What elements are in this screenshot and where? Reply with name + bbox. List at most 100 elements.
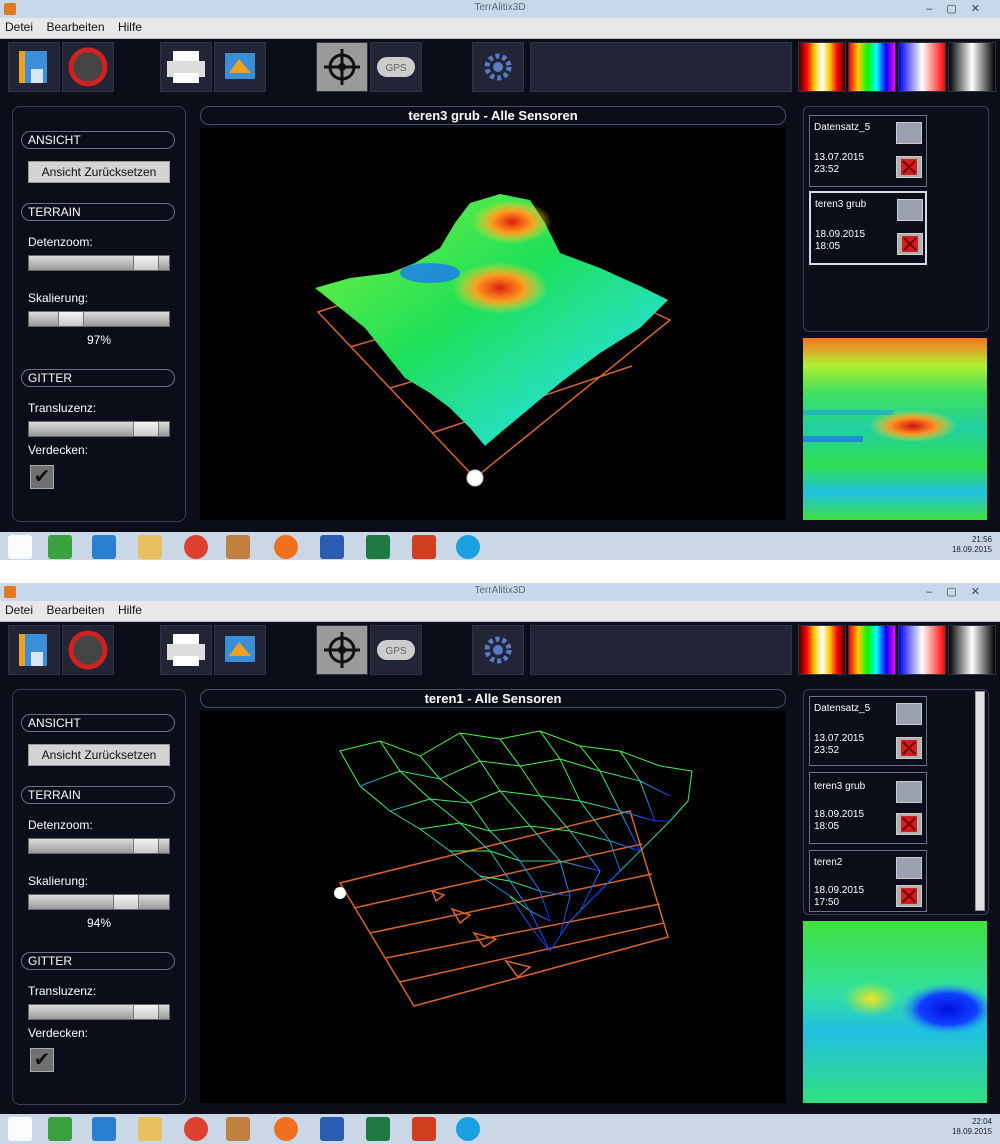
excel-icon[interactable]: [366, 1117, 390, 1141]
dataset-card[interactable]: teren2 18.09.2015 17:50: [809, 850, 927, 912]
transluzenz-slider[interactable]: [28, 421, 170, 437]
file-explorer-icon[interactable]: [138, 535, 162, 559]
app-taskbar-icon[interactable]: [226, 535, 250, 559]
internet-explorer-icon[interactable]: [92, 1117, 116, 1141]
gps-button[interactable]: GPS: [370, 42, 422, 92]
open-file-button[interactable]: [8, 625, 60, 675]
palette-grayscale-icon[interactable]: [948, 625, 996, 675]
slider-thumb[interactable]: [133, 839, 159, 853]
dataset-scrollbar[interactable]: [975, 691, 985, 911]
palette-rainbow-icon[interactable]: [848, 625, 896, 675]
dataset-card[interactable]: Datensatz_5 13.07.2015 23:52: [809, 115, 927, 187]
skalierung-slider[interactable]: [28, 311, 170, 327]
skype-icon[interactable]: [456, 1117, 480, 1141]
transluzenz-label: Transluzenz:: [28, 984, 97, 998]
export-button[interactable]: [214, 42, 266, 92]
dataset-name: teren3 grub: [814, 781, 866, 792]
record-button[interactable]: [62, 625, 114, 675]
store-icon[interactable]: [48, 535, 72, 559]
store-icon[interactable]: [48, 1117, 72, 1141]
palette-hot-icon[interactable]: [798, 42, 846, 92]
dataset-delete-icon[interactable]: [896, 885, 922, 907]
datenzoom-slider[interactable]: [28, 255, 170, 271]
gps-button[interactable]: GPS: [370, 625, 422, 675]
terrain-surface-plot[interactable]: [200, 128, 786, 520]
palette-blue-red-icon[interactable]: [898, 625, 946, 675]
dataset-delete-icon[interactable]: [896, 156, 922, 178]
dataset-open-icon[interactable]: [896, 781, 922, 803]
skalierung-slider[interactable]: [28, 894, 170, 910]
wireframe-mesh-plot[interactable]: [200, 711, 786, 1103]
transluzenz-slider[interactable]: [28, 1004, 170, 1020]
record-button[interactable]: [62, 42, 114, 92]
origin-marker[interactable]: [466, 469, 484, 487]
verdecken-checkbox[interactable]: ✔: [30, 465, 54, 489]
slider-thumb[interactable]: [113, 895, 139, 909]
menu-help[interactable]: Hilfe: [113, 601, 146, 617]
ground-grid: [338, 810, 669, 1007]
menu-edit[interactable]: Bearbeiten: [41, 601, 108, 617]
firefox-icon[interactable]: [274, 1117, 298, 1141]
powerpoint-icon[interactable]: [412, 535, 436, 559]
heatmap-preview[interactable]: [803, 921, 996, 1103]
open-file-button[interactable]: [8, 42, 60, 92]
internet-explorer-icon[interactable]: [92, 535, 116, 559]
dataset-open-icon[interactable]: [896, 857, 922, 879]
print-button[interactable]: [160, 625, 212, 675]
start-icon[interactable]: [8, 1117, 32, 1141]
export-button[interactable]: [214, 625, 266, 675]
datenzoom-slider[interactable]: [28, 838, 170, 854]
dataset-open-icon[interactable]: [897, 199, 923, 221]
start-icon[interactable]: [8, 535, 32, 559]
file-explorer-icon[interactable]: [138, 1117, 162, 1141]
heatmap-preview[interactable]: [803, 338, 987, 520]
palette-hot-icon[interactable]: [798, 625, 846, 675]
dataset-delete-icon[interactable]: [897, 233, 923, 255]
section-gitter: GITTER: [21, 369, 175, 387]
toolbar-spacer: [530, 625, 792, 675]
3d-viewport[interactable]: [200, 711, 786, 1103]
dataset-card-selected[interactable]: teren3 grub 18.09.2015 18:05: [809, 191, 927, 265]
skype-icon[interactable]: [456, 535, 480, 559]
menu-help[interactable]: Hilfe: [113, 18, 146, 34]
print-button[interactable]: [160, 42, 212, 92]
dataset-card[interactable]: Datensatz_5 13.07.2015 23:52: [809, 696, 927, 766]
slider-thumb[interactable]: [58, 312, 84, 326]
crosshair-button[interactable]: [316, 625, 368, 675]
app-taskbar-icon[interactable]: [226, 1117, 250, 1141]
dataset-delete-icon[interactable]: [896, 737, 922, 759]
menu-file[interactable]: Detei: [0, 601, 37, 617]
3d-viewport[interactable]: [200, 128, 786, 520]
excel-icon[interactable]: [366, 535, 390, 559]
hotspot-1: [472, 200, 552, 244]
menu-edit[interactable]: Bearbeiten: [41, 18, 108, 34]
system-clock[interactable]: 21:56 18.09.2015: [952, 535, 992, 555]
chrome-icon[interactable]: [184, 535, 208, 559]
palette-blue-red-icon[interactable]: [898, 42, 946, 92]
settings-button[interactable]: [472, 625, 524, 675]
dataset-open-icon[interactable]: [896, 703, 922, 725]
slider-thumb[interactable]: [133, 1005, 159, 1019]
origin-marker[interactable]: [334, 887, 346, 899]
palette-grayscale-icon[interactable]: [948, 42, 996, 92]
window-controls[interactable]: –▢✕: [926, 585, 994, 598]
dataset-open-icon[interactable]: [896, 122, 922, 144]
reset-view-button[interactable]: Ansicht Zurücksetzen: [28, 161, 170, 183]
word-icon[interactable]: [320, 535, 344, 559]
slider-thumb[interactable]: [133, 256, 159, 270]
firefox-icon[interactable]: [274, 535, 298, 559]
chrome-icon[interactable]: [184, 1117, 208, 1141]
dataset-card[interactable]: teren3 grub 18.09.2015 18:05: [809, 772, 927, 844]
slider-thumb[interactable]: [133, 422, 159, 436]
window-controls[interactable]: –▢✕: [926, 2, 994, 15]
verdecken-checkbox[interactable]: ✔: [30, 1048, 54, 1072]
dataset-delete-icon[interactable]: [896, 813, 922, 835]
menu-file[interactable]: Detei: [0, 18, 37, 34]
powerpoint-icon[interactable]: [412, 1117, 436, 1141]
crosshair-button[interactable]: [316, 42, 368, 92]
palette-rainbow-icon[interactable]: [848, 42, 896, 92]
system-clock[interactable]: 22:04 18.09.2015: [952, 1117, 992, 1137]
settings-button[interactable]: [472, 42, 524, 92]
reset-view-button[interactable]: Ansicht Zurücksetzen: [28, 744, 170, 766]
word-icon[interactable]: [320, 1117, 344, 1141]
